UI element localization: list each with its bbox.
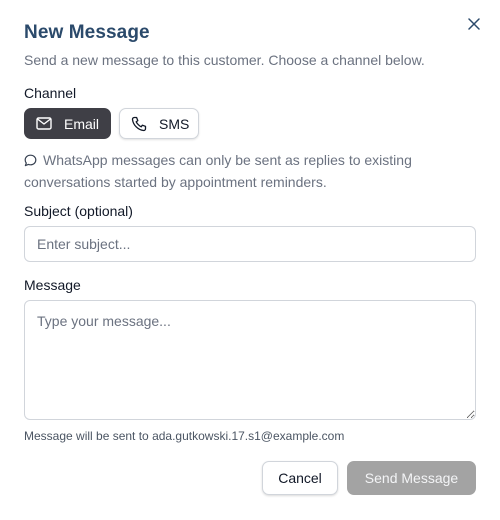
message-textarea[interactable] bbox=[24, 300, 476, 420]
subject-input[interactable] bbox=[24, 226, 476, 262]
cancel-button[interactable]: Cancel bbox=[262, 461, 338, 495]
channel-email-label: Email bbox=[64, 115, 100, 132]
whatsapp-note: WhatsApp messages can only be sent as re… bbox=[24, 150, 464, 192]
message-label: Message bbox=[24, 277, 81, 293]
channel-sms-button[interactable]: SMS bbox=[119, 108, 199, 139]
dialog-subtitle: Send a new message to this customer. Cho… bbox=[24, 52, 425, 68]
channel-label: Channel bbox=[24, 85, 77, 101]
channel-sms-label: SMS bbox=[159, 115, 190, 132]
phone-icon bbox=[131, 116, 147, 132]
send-message-button[interactable]: Send Message bbox=[347, 461, 476, 495]
mail-icon bbox=[36, 117, 52, 130]
new-message-dialog: New Message Send a new message to this c… bbox=[0, 0, 500, 520]
subject-label: Subject (optional) bbox=[24, 203, 133, 219]
dialog-title: New Message bbox=[24, 22, 150, 43]
chat-bubble-icon bbox=[24, 152, 37, 172]
recipient-hint: Message will be sent to ada.gutkowski.17… bbox=[24, 429, 345, 443]
channel-email-button[interactable]: Email bbox=[24, 108, 111, 139]
close-button[interactable] bbox=[464, 14, 484, 34]
channel-selector: Email SMS bbox=[24, 108, 199, 139]
whatsapp-note-text: WhatsApp messages can only be sent as re… bbox=[24, 152, 412, 190]
close-icon bbox=[468, 18, 480, 30]
